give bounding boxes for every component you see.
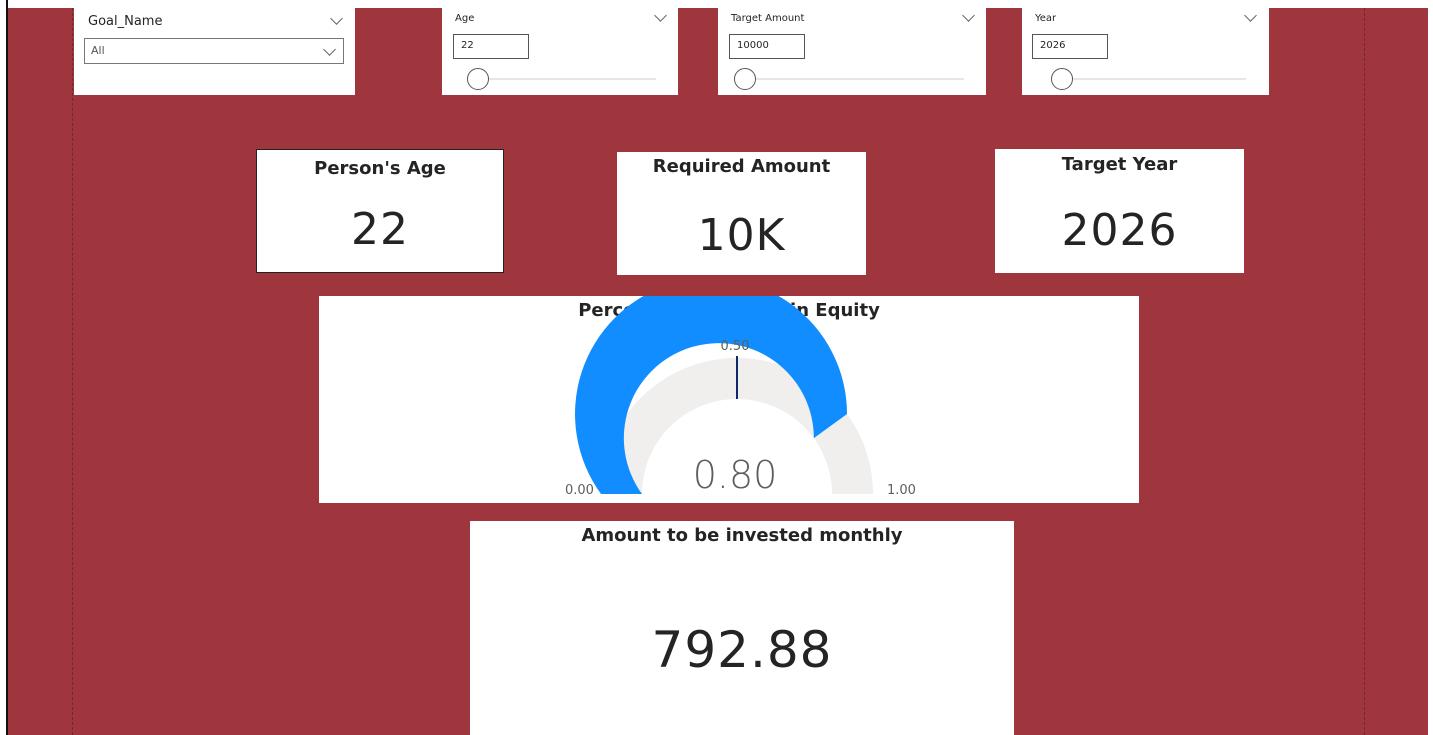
target-amount-input-value: 10000 <box>737 40 769 51</box>
report-canvas: Goal_Name All Age 22 Target Amount 10000… <box>8 8 1428 735</box>
page-guide-left <box>72 8 73 735</box>
year-slicer-title: Year <box>1035 13 1057 24</box>
target-amount-slider-track[interactable] <box>744 78 964 80</box>
target-amount-slicer[interactable]: Target Amount 10000 <box>718 8 986 95</box>
age-slicer-title: Age <box>455 13 475 24</box>
chevron-down-icon[interactable] <box>323 43 336 56</box>
card-title: Target Year <box>1061 154 1178 175</box>
page-guide-right <box>1364 8 1365 735</box>
persons-age-card: Person's Age 22 <box>256 149 504 273</box>
age-slider-track[interactable] <box>470 78 656 80</box>
left-edge <box>0 0 8 735</box>
target-amount-slider-handle[interactable] <box>734 68 756 90</box>
equity-gauge-visual: Percentage of funds in Equity 0.00 1.00 … <box>319 296 1139 503</box>
card-value: 792.88 <box>651 621 833 679</box>
gauge-min-label: 0.00 <box>565 483 594 498</box>
goal-name-dropdown-value: All <box>91 44 105 57</box>
year-input[interactable]: 2026 <box>1032 34 1108 59</box>
goal-name-slicer-title: Goal_Name <box>88 14 163 29</box>
card-title: Required Amount <box>652 156 831 177</box>
card-value: 22 <box>351 204 409 255</box>
card-value: 2026 <box>1061 205 1178 256</box>
card-value: 10K <box>697 210 786 261</box>
age-input[interactable]: 22 <box>453 34 529 59</box>
card-title: Amount to be invested monthly <box>581 525 903 546</box>
gauge-target-label: 0.50 <box>721 339 750 354</box>
chevron-down-icon[interactable] <box>1244 9 1257 22</box>
target-amount-slicer-title: Target Amount <box>731 13 805 24</box>
monthly-investment-card: Amount to be invested monthly 792.88 <box>470 521 1014 735</box>
year-input-value: 2026 <box>1040 40 1066 51</box>
target-amount-input[interactable]: 10000 <box>729 34 805 59</box>
age-input-value: 22 <box>461 40 474 51</box>
year-slider-track[interactable] <box>1060 78 1246 80</box>
card-title: Person's Age <box>314 158 446 179</box>
required-amount-card: Required Amount 10K <box>617 152 866 275</box>
target-year-card: Target Year 2026 <box>995 149 1244 273</box>
chevron-down-icon[interactable] <box>654 9 667 22</box>
chevron-down-icon[interactable] <box>330 12 343 25</box>
gauge-max-label: 1.00 <box>887 483 916 498</box>
goal-name-dropdown[interactable]: All <box>84 38 344 64</box>
goal-name-slicer[interactable]: Goal_Name All <box>74 8 355 95</box>
age-slicer[interactable]: Age 22 <box>442 8 678 95</box>
chevron-down-icon[interactable] <box>962 9 975 22</box>
age-slider-handle[interactable] <box>467 68 489 90</box>
gauge-value-label: 0.80 <box>693 453 778 497</box>
year-slicer[interactable]: Year 2026 <box>1022 8 1269 95</box>
gauge-svg: 0.00 1.00 0.50 0.80 <box>565 296 916 498</box>
year-slider-handle[interactable] <box>1051 68 1073 90</box>
